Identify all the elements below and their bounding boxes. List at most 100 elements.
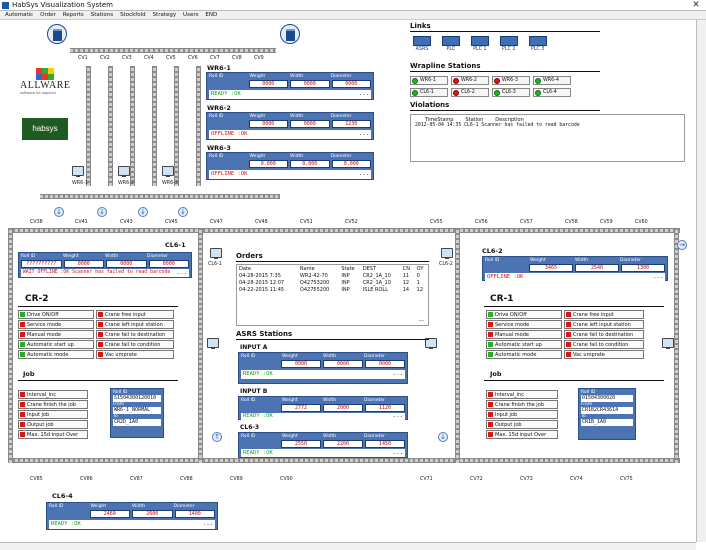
conveyor-vertical [108, 66, 113, 186]
station-wr6-1[interactable]: WR6-1 [410, 76, 448, 85]
menu-users[interactable]: Users [183, 11, 198, 20]
rack-icon[interactable] [280, 24, 300, 44]
monitor-icon[interactable] [118, 166, 130, 177]
list-item: Drive ON/Off [18, 310, 94, 319]
station-wr6-4[interactable]: WR6-4 [533, 76, 571, 85]
more-button[interactable]: ... [393, 449, 405, 457]
horizontal-scrollbar[interactable] [0, 542, 696, 550]
links-bar: ASRS PLC PLC 1 PLC 2 PLC 3 [410, 36, 610, 52]
monitor-icon[interactable] [441, 248, 453, 259]
monitor-label: WR6-1 [72, 181, 88, 186]
divider [410, 110, 600, 111]
station-cl6-4[interactable]: CL6-4 [533, 88, 571, 97]
violation-row[interactable]: 2012-05-04 14:35 CL6-1 Scanner has faile… [411, 123, 684, 128]
arrow-icon[interactable]: ↓ [438, 432, 448, 442]
menu-end[interactable]: END [205, 11, 217, 20]
arrow-icon[interactable]: ↑ [212, 432, 222, 442]
list-item: Max. 15d input Over [486, 430, 558, 439]
more-button[interactable]: ... [359, 130, 371, 139]
rack-icon[interactable] [47, 24, 67, 44]
link-plc1-button[interactable]: PLC 1 [468, 36, 492, 52]
wrapline-grid: WR6-1 WR6-2 WR6-3 WR6-4 CL6-1 CL6-2 CL6-… [410, 76, 610, 100]
list-item: Output job [486, 420, 558, 429]
more-button[interactable]: ... [359, 170, 371, 179]
list-item: Crane left input station [96, 320, 174, 329]
station-cl6-3[interactable]: CL6-3 [492, 88, 530, 97]
list-item: Automatic start up [486, 340, 562, 349]
link-icon [499, 36, 518, 46]
monitor-icon[interactable] [662, 338, 674, 349]
list-item: Crane left input station [564, 320, 644, 329]
list-item: Manual mode [18, 330, 94, 339]
table-row[interactable]: 04-28-2015 12:07 O42753200 INP CR2_1A_10 12 1 [237, 279, 428, 286]
divider [410, 31, 600, 32]
link-plc3-button[interactable]: PLC 3 [526, 36, 550, 52]
menu-stockfold[interactable]: Stockfold [120, 11, 146, 20]
more-button[interactable]: ... [203, 520, 215, 529]
menu-reports[interactable]: Reports [63, 11, 84, 20]
cr1-status-right: Crane free input Crane left input statio… [564, 310, 644, 360]
link-plc-button[interactable]: PLC [439, 36, 463, 52]
menu-stations[interactable]: Stations [91, 11, 113, 20]
list-item: Service mode [18, 320, 94, 329]
station-wr6-3[interactable]: WR6-3 [492, 76, 530, 85]
links-title: Links [410, 22, 431, 30]
monitor-label: WR6-3 [162, 181, 178, 186]
arrow-down-icon[interactable]: ↓ [54, 207, 64, 217]
more-button[interactable]: ... [177, 269, 189, 277]
cr2-job-list: Interval_inc Crane finish the job Input … [18, 390, 88, 440]
menu-order[interactable]: Order [40, 11, 56, 20]
wr6-2-panel: Roll ID Weight Width Diameter 0000 0000 1230 … [206, 112, 374, 140]
conveyor-loop-right [674, 228, 679, 463]
monitor-label: CL6-1 [208, 262, 222, 267]
list-item: Output job [18, 420, 88, 429]
conveyor-top [70, 48, 276, 53]
more-button[interactable]: ... [393, 370, 405, 379]
cl6-4-panel: Roll ID Weight Width Diameter 2460 2600 1400 … [46, 502, 218, 530]
app-icon [2, 2, 9, 9]
menu-strategy[interactable]: Strategy [153, 11, 177, 20]
list-item: Crane fail to destination [96, 330, 174, 339]
status-text: OFFLINE :OK [211, 171, 248, 177]
list-item: Manual mode [486, 330, 562, 339]
status-text: READY :OK [243, 371, 273, 377]
arrow-down-icon[interactable]: ↓ [178, 207, 188, 217]
menu-automatic[interactable]: Automatic [5, 11, 33, 20]
list-item: Crane free input [564, 310, 644, 319]
monitor-icon[interactable] [162, 166, 174, 177]
table-row[interactable]: 04-28-2015 7:35 WR2-42-70 INP CR2_1A_10 11 0 [237, 272, 428, 279]
conveyor-vertical [196, 66, 201, 186]
station-wr6-2[interactable]: WR6-2 [451, 76, 489, 85]
monitor-icon[interactable] [207, 338, 219, 349]
conveyor-label: CV6 [188, 56, 198, 61]
link-asrs-button[interactable]: ASRS [410, 36, 434, 52]
monitor-icon[interactable] [72, 166, 84, 177]
more-button[interactable]: ... [653, 273, 665, 281]
list-item: Automatic mode [18, 350, 94, 359]
link-plc2-button[interactable]: PLC 2 [497, 36, 521, 52]
orders-table[interactable]: Date Name State DEST CN OY 04-28-2015 7:35 WR2… [236, 264, 429, 326]
arrow-down-icon[interactable]: ↓ [138, 207, 148, 217]
conveyor-loop-left [8, 228, 13, 463]
loop-top-labels: CV38 CV41 CV43 CV45 CV47 CV48 CV51 CV52 … [30, 220, 648, 225]
vertical-scrollbar[interactable] [696, 20, 706, 542]
table-row[interactable]: 04-22-2015 11:45 O42755200 INP ISLE ROLL 14 1… [237, 286, 428, 293]
station-cl6-2[interactable]: CL6-2 [451, 88, 489, 97]
close-icon[interactable]: ✕ [690, 0, 702, 10]
violations-list[interactable]: TimeStamp Station Description 2012-05-04 1… [410, 114, 685, 162]
asrs-title: ASRS Stations [236, 330, 293, 338]
menu-bar: Automatic Order Reports Stations Stockfo… [0, 11, 706, 20]
station-cl6-1[interactable]: CL6-1 [410, 88, 448, 97]
monitor-icon[interactable] [210, 248, 222, 259]
more-button[interactable]: ... [359, 90, 371, 99]
arrow-icon[interactable]: → [677, 240, 687, 250]
conveyor-mid [40, 194, 280, 199]
arrow-down-icon[interactable]: ↓ [97, 207, 107, 217]
more-button[interactable]: ... [393, 413, 405, 420]
conveyor-label: CV5 [166, 56, 176, 61]
conveyor-loop-top [10, 228, 680, 233]
divider [18, 306, 178, 307]
more-button[interactable]: ... [418, 316, 424, 323]
panel-title: WR6-3 [207, 144, 231, 152]
conveyor-label: CV2 [100, 56, 110, 61]
